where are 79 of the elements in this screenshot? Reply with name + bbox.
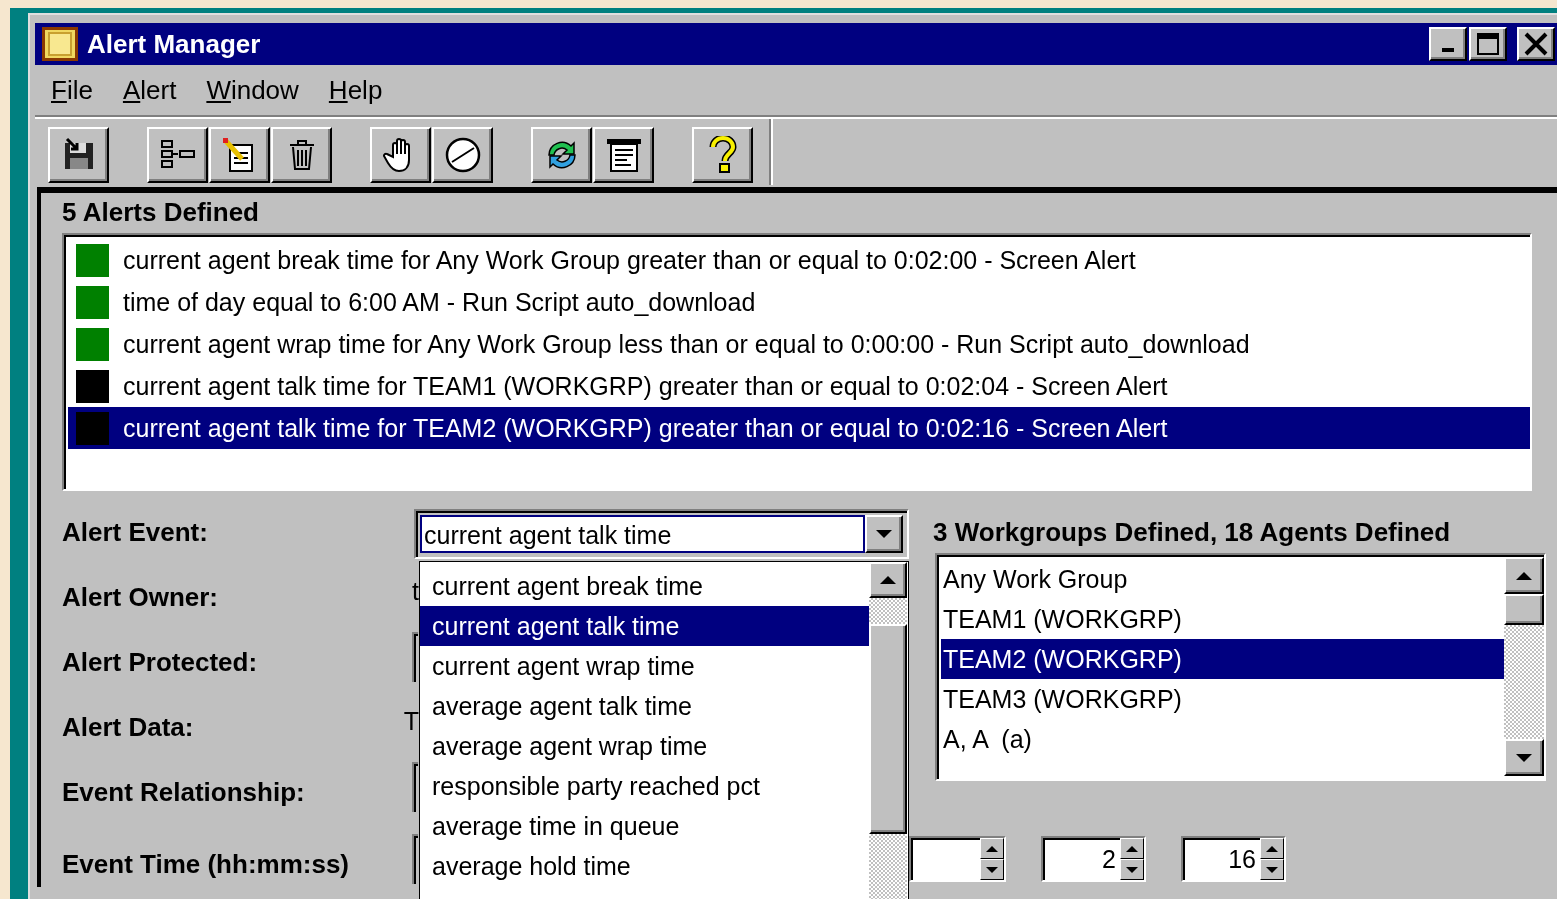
field-edge[interactable] <box>412 761 418 812</box>
field-label: Alert Data: <box>62 711 195 744</box>
dropdown-option[interactable]: current agent break time <box>420 566 869 606</box>
dropdown-arrow-button[interactable] <box>865 515 903 553</box>
edit-button[interactable] <box>209 127 270 183</box>
field-label: Event Relationship: <box>62 776 306 809</box>
help-icon <box>707 136 738 174</box>
alert-text: current agent wrap time for Any Work Group less than or equal to 0:00:00 - Run Script auto_download <box>123 329 1250 359</box>
alert-text: current agent talk time for TEAM1 (WORKGRP) greater than or equal to 0:02:04 - Screen Alert <box>123 371 1168 401</box>
field-value: T <box>403 707 419 736</box>
scrollbar-thumb[interactable] <box>869 624 907 834</box>
clock-button[interactable] <box>432 127 493 183</box>
field-edge[interactable] <box>412 833 418 884</box>
close-icon <box>1523 32 1549 56</box>
event-dropdown[interactable]: current agent talk time <box>414 509 909 559</box>
spin-value: 2 <box>1102 845 1116 873</box>
dropdown-option[interactable]: current agent talk time <box>420 606 869 646</box>
alert-row[interactable]: current agent break time for Any Work Group greater than or equal to 0:02:00 - Screen Alert <box>68 239 1530 281</box>
spin-down-button[interactable] <box>1260 859 1284 880</box>
dropdown-option[interactable]: average agent talk time <box>420 686 869 726</box>
menu-item[interactable]: Help <box>328 74 383 106</box>
dropdown-option[interactable]: average time in queue <box>420 806 869 846</box>
spin-up-button[interactable] <box>1120 838 1144 859</box>
dropdown-value: current agent talk time <box>420 515 865 553</box>
menu-item[interactable]: Alert <box>122 74 177 106</box>
workgroup-item[interactable]: Any Work Group <box>941 559 1504 599</box>
clock-icon <box>443 136 482 174</box>
field-label: Alert Event: <box>62 516 209 549</box>
scroll-up-button[interactable] <box>869 562 907 598</box>
alert-row[interactable]: current agent talk time for TEAM1 (WORKGRP) greater than or equal to 0:02:04 - Screen Alert <box>68 365 1530 407</box>
maximize-button[interactable] <box>1469 27 1507 61</box>
app-icon <box>41 26 79 62</box>
save-button[interactable] <box>48 127 109 183</box>
spin-down-button[interactable] <box>980 859 1004 880</box>
refresh-button[interactable] <box>531 127 592 183</box>
alert-text: time of day equal to 6:00 AM - Run Script auto_download <box>123 287 756 317</box>
section-heading: 5 Alerts Defined <box>62 196 260 229</box>
scroll-down-button[interactable] <box>1504 739 1544 776</box>
alert-row[interactable]: current agent talk time for TEAM2 (WORKGRP) greater than or equal to 0:02:16 - Screen Alert <box>68 407 1530 449</box>
spin-up-button[interactable] <box>980 838 1004 859</box>
field-label: Event Time (hh:mm:ss) <box>62 848 350 881</box>
field-label: Alert Owner: <box>62 581 220 614</box>
scrollbar-thumb[interactable] <box>1504 594 1544 625</box>
dropdown-option[interactable]: responsible party reached pct <box>420 766 869 806</box>
time-spin-field[interactable]: 2 <box>1041 836 1146 882</box>
alert-text: current agent talk time for TEAM2 (WORKGRP) greater than or equal to 0:02:16 - Screen Alert <box>123 413 1168 443</box>
menu-item[interactable]: File <box>51 74 93 106</box>
minimize-icon <box>1442 48 1454 52</box>
dropdown-option[interactable]: current agent wrap time <box>420 646 869 686</box>
dropdown-option[interactable]: average agent wrap time <box>420 726 869 766</box>
workgroup-item[interactable]: TEAM1 (WORKGRP) <box>941 599 1504 639</box>
document-icon <box>604 137 643 173</box>
document-button[interactable] <box>593 127 654 183</box>
spin-up-button[interactable] <box>1260 838 1284 859</box>
workgroup-item[interactable]: TEAM3 (WORKGRP) <box>941 679 1504 719</box>
dropdown-option[interactable]: average hold time <box>420 846 869 886</box>
help-button[interactable] <box>692 127 753 183</box>
field-edge[interactable] <box>412 631 418 682</box>
remove-button[interactable] <box>147 127 208 183</box>
maximize-icon <box>1476 32 1500 56</box>
field-label: Alert Protected: <box>62 646 259 679</box>
close-button[interactable] <box>1517 27 1555 61</box>
workgroup-item[interactable]: A, A (a) <box>941 719 1504 759</box>
workgroup-item[interactable]: TEAM2 (WORKGRP) <box>941 639 1504 679</box>
spin-value: 16 <box>1228 845 1256 873</box>
delete-button[interactable] <box>271 127 332 183</box>
menu-item[interactable]: Window <box>206 74 299 106</box>
window-title: Alert Manager <box>87 28 261 60</box>
field-value: t <box>411 577 419 606</box>
time-spin-field[interactable]: 16 <box>1181 836 1286 882</box>
section-heading: 3 Workgroups Defined, 18 Agents Defined <box>932 516 1452 549</box>
spin-down-button[interactable] <box>1120 859 1144 880</box>
time-spin-field[interactable] <box>909 836 1006 882</box>
minimize-button[interactable] <box>1429 27 1467 61</box>
alert-row[interactable]: time of day equal to 6:00 AM - Run Script auto_download <box>68 281 1530 323</box>
alert-row[interactable]: current agent wrap time for Any Work Group less than or equal to 0:00:00 - Run Script auto_download <box>68 323 1530 365</box>
alert-text: current agent break time for Any Work Group greater than or equal to 0:02:00 - Screen Alert <box>123 245 1136 275</box>
scroll-up-button[interactable] <box>1504 557 1544 594</box>
hand-button[interactable] <box>370 127 431 183</box>
